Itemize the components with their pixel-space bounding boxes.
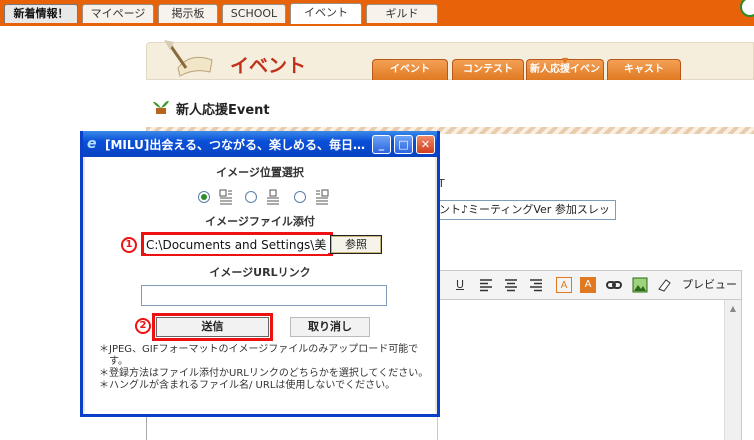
post-title-input[interactable]: ント♪ミーティングVer 参加スレッ [436,200,616,220]
browser-e-icon: e [87,136,97,152]
preview-button[interactable]: プレビュー [682,277,737,293]
file-path-input[interactable]: C:\Documents and Settings\美 [146,237,328,254]
popup-body: イメージ位置選択 イメージファイル添付 1 C:\Documents and S… [85,157,435,414]
event-tab-contest[interactable]: コンテスト [452,59,524,80]
align-left-icon[interactable] [478,277,494,293]
submit-highlight: 送信 [152,313,273,341]
event-subtitle: 新人応援Event [176,103,270,118]
browse-button[interactable]: 参照 [330,235,382,254]
position-right-radio[interactable] [294,191,306,203]
popup-title: [MILU]出会える、つながる、楽しめる、毎日… [105,138,365,152]
eraser-icon[interactable] [656,277,672,293]
font-color-icon[interactable]: A [556,277,572,293]
nav-tab-mypage[interactable]: マイページ [82,4,154,23]
position-left-radio[interactable] [198,191,210,203]
image-url-input[interactable] [141,285,387,306]
editor-toolbar: U A A プレビュー [437,270,742,300]
selected-indicator-icon: ▼ [562,56,569,65]
maximize-button[interactable]: □ [394,135,413,154]
nav-tab-event[interactable]: イベント [290,3,362,24]
image-center-layout-icon [267,189,279,205]
position-section-heading: イメージ位置選択 [216,166,304,179]
scroll-up-arrow-icon[interactable]: ▲ [725,304,741,313]
editor-scrollbar[interactable]: ▲ [724,300,741,440]
position-center-radio[interactable] [245,191,257,203]
note-item: ＊登録方法はファイル添付かURLリンクのどちらかを選択してください。 [99,368,429,379]
note-item: ＊JPEG、GIFフォーマットのイメージファイルのみアップロード可能です。 [99,344,419,367]
highlight-icon[interactable]: A [580,277,596,293]
file-path-highlight: C:\Documents and Settings\美 [141,232,333,256]
url-section-heading: イメージURLリンク [209,266,311,279]
content-border [146,417,147,440]
close-button[interactable]: ✕ [416,135,435,154]
align-right-icon[interactable] [528,277,544,293]
event-tab-event[interactable]: イベント [372,59,448,80]
image-icon[interactable] [632,277,648,293]
image-upload-popup: e [MILU]出会える、つながる、楽しめる、毎日… _ □ ✕ イメージ位置選… [80,131,440,417]
step-2-badge: 2 [135,318,151,334]
quill-scroll-icon [164,40,213,77]
sprout-icon [153,100,169,114]
image-right-layout-icon [316,189,329,205]
top-nav-bar: 新着情報！ マイページ 掲示板 SCHOOL イベント ギルド [0,0,754,26]
step-1-badge: 1 [121,237,137,253]
event-page-title: イベント [230,55,307,77]
popup-titlebar[interactable]: e [MILU]出会える、つながる、楽しめる、毎日… _ □ ✕ [83,131,437,157]
editor-content-area[interactable]: ▲ [437,300,742,440]
nav-tab-bbs[interactable]: 掲示板 [158,4,218,23]
upload-notes: ＊JPEG、GIFフォーマットのイメージファイルのみアップロード可能です。 ＊登… [99,344,431,392]
note-item: ＊ハングルが含まれるファイル名/ URLは使用しないでください。 [99,380,396,391]
file-section-heading: イメージファイル添付 [205,215,315,228]
app-corner-icon [740,0,754,17]
nav-tab-news[interactable]: 新着情報！ [4,4,78,23]
cancel-button[interactable]: 取り消し [290,317,370,337]
minimize-button[interactable]: _ [372,135,391,154]
nav-tab-guild[interactable]: ギルド [366,4,438,23]
event-tab-newcomer[interactable]: ▼ 新人応援イベント [526,56,604,95]
image-left-layout-icon [219,189,232,205]
event-tab-cast[interactable]: キャスト [607,59,681,80]
link-icon[interactable] [606,277,622,293]
align-center-icon[interactable] [503,277,519,293]
submit-button[interactable]: 送信 [156,317,269,337]
underline-icon[interactable]: U [452,277,468,293]
nav-tab-school[interactable]: SCHOOL [222,4,286,23]
